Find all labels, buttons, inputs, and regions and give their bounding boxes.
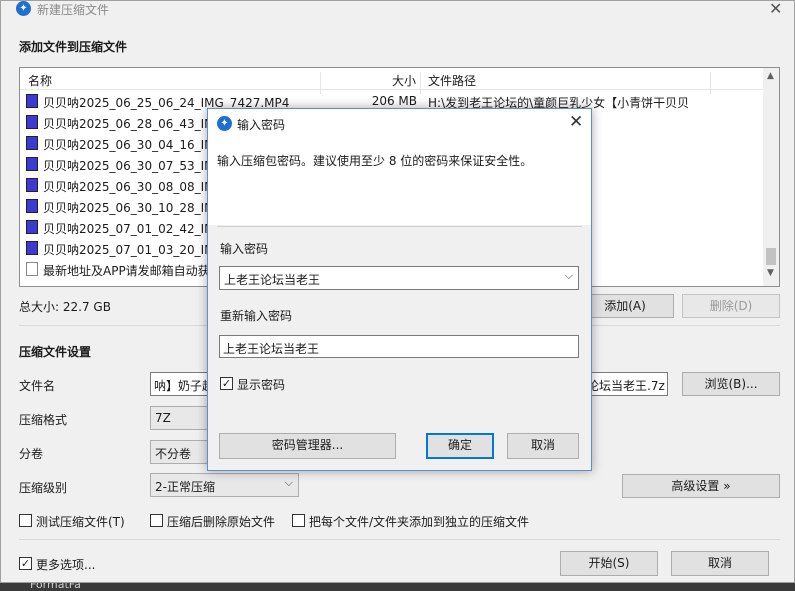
app-logo-icon: ✦ <box>217 116 232 131</box>
more-options-label: 更多选项... <box>36 558 96 572</box>
column-header-path[interactable]: 文件路径 <box>428 72 476 89</box>
confirm-password-label: 重新输入密码 <box>220 309 293 323</box>
each-separate-checkbox[interactable] <box>292 514 305 527</box>
dialog-title: 输入密码 <box>237 118 286 132</box>
file-name: 贝贝呐2025_07_01_03_20_IMG <box>43 243 224 257</box>
dialog-divider <box>217 226 582 227</box>
level-label: 压缩级别 <box>19 481 68 495</box>
video-file-icon <box>26 157 38 171</box>
main-window-title: 新建压缩文件 <box>37 3 110 17</box>
file-name: 贝贝呐2025_06_30_07_53_IMG <box>43 159 224 173</box>
file-list-header: 名称 大小 文件路径 <box>20 68 763 94</box>
dialog-description: 输入压缩包密码。建议使用至少 8 位的密码来保证安全性。 <box>217 154 533 168</box>
confirm-password-input[interactable]: 上老王论坛当老王 <box>219 335 579 358</box>
split-label: 分卷 <box>19 447 44 461</box>
ok-button[interactable]: 确定 <box>426 433 494 459</box>
dialog-title-bar: ✦ 输入密码 ✕ <box>208 109 591 137</box>
settings-heading: 压缩文件设置 <box>19 345 92 359</box>
text-file-icon <box>26 262 38 276</box>
file-size: 206 MB <box>371 94 417 108</box>
main-title-bar: ✦ 新建压缩文件 ✕ <box>1 0 794 23</box>
video-file-icon <box>26 199 38 213</box>
video-file-icon <box>26 241 38 255</box>
file-list-scrollbar[interactable]: ▲ ▼ <box>763 68 779 286</box>
format-value: 7Z <box>155 411 171 425</box>
app-logo-icon: ✦ <box>16 1 31 16</box>
video-file-icon <box>26 136 38 150</box>
dialog-cancel-button[interactable]: 取消 <box>507 433 579 459</box>
show-password-checkbox[interactable]: ✓ <box>220 377 233 390</box>
file-name: 贝贝呐2025_07_01_02_42_IMG <box>43 222 224 236</box>
video-file-icon <box>26 115 38 129</box>
delete-after-label: 压缩后删除原始文件 <box>167 515 276 529</box>
advanced-settings-button[interactable]: 高级设置 » <box>622 474 780 498</box>
scroll-down-icon[interactable]: ▼ <box>767 268 774 278</box>
password-dialog: ✦ 输入密码 ✕ 输入压缩包密码。建议使用至少 8 位的密码来保证安全性。 输入… <box>207 108 592 471</box>
scroll-up-icon[interactable]: ▲ <box>767 71 774 81</box>
column-header-name[interactable]: 名称 <box>28 72 52 89</box>
file-name: 贝贝呐2025_06_30_08_08_IMG <box>43 180 224 194</box>
start-button[interactable]: 开始(S) <box>560 551 658 576</box>
chevron-down-icon[interactable]: ⌵ <box>565 269 573 283</box>
file-name: 贝贝呐2025_06_30_10_28_IMG <box>43 201 224 215</box>
password-label: 输入密码 <box>220 242 269 256</box>
main-close-button[interactable]: ✕ <box>769 0 782 18</box>
password-input[interactable]: 上老王论坛当老王 ⌵ <box>219 266 579 290</box>
test-archive-checkbox[interactable] <box>19 514 32 527</box>
divider <box>19 539 780 540</box>
each-separate-label: 把每个文件/文件夹添加到独立的压缩文件 <box>309 515 530 529</box>
browse-button[interactable]: 浏览(B)... <box>682 372 780 396</box>
filename-label: 文件名 <box>19 379 56 393</box>
video-file-icon <box>26 220 38 234</box>
dialog-description-area: 输入压缩包密码。建议使用至少 8 位的密码来保证安全性。 <box>208 137 591 225</box>
delete-after-checkbox[interactable] <box>150 514 163 527</box>
show-password-label: 显示密码 <box>237 378 286 392</box>
test-archive-label: 测试压缩文件(T) <box>36 515 125 529</box>
total-size-label: 总大小: 22.7 GB <box>19 300 111 314</box>
password-manager-button[interactable]: 密码管理器... <box>219 433 396 459</box>
video-file-icon <box>26 178 38 192</box>
split-value: 不分卷 <box>155 447 192 461</box>
file-name: 最新地址及APP请发邮箱自动获 <box>43 264 210 278</box>
filename-input-right[interactable]: 论坛当老王.7z <box>584 372 668 396</box>
dialog-close-button[interactable]: ✕ <box>569 112 583 132</box>
scroll-thumb[interactable] <box>766 248 776 265</box>
file-name: 贝贝呐2025_06_28_06_43_IMG <box>43 117 224 131</box>
video-file-icon <box>26 94 38 108</box>
column-header-size[interactable]: 大小 <box>392 72 416 89</box>
password-value: 上老王论坛当老王 <box>224 273 321 287</box>
add-files-heading: 添加文件到压缩文件 <box>19 40 128 54</box>
main-cancel-button[interactable]: 取消 <box>671 551 769 576</box>
format-label: 压缩格式 <box>19 413 68 427</box>
more-options-checkbox[interactable]: ✓ <box>19 557 32 570</box>
delete-button[interactable]: 删除(D) <box>682 294 780 318</box>
file-name: 贝贝呐2025_06_30_04_16_IMG <box>43 138 224 152</box>
chevron-down-icon: ⌵ <box>284 476 293 489</box>
level-value: 2-正常压缩 <box>155 480 215 494</box>
level-select[interactable]: 2-正常压缩 ⌵ <box>150 473 299 497</box>
